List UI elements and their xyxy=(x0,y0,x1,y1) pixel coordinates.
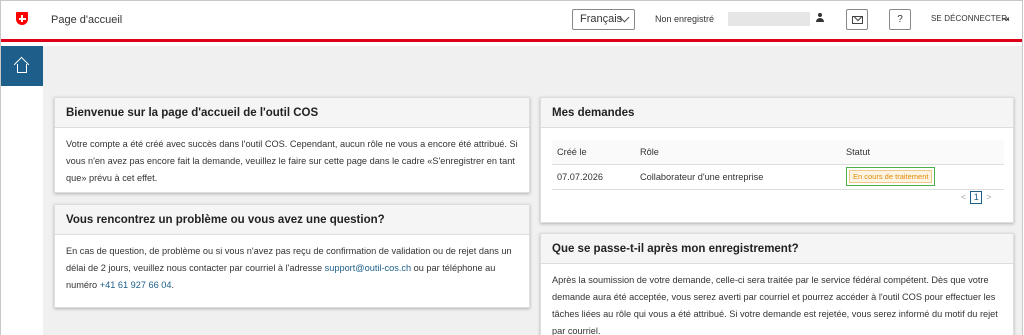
swiss-flag-icon xyxy=(16,12,28,25)
app-frame: Page d'accueil Français Non enregistré ?… xyxy=(0,0,1023,335)
username-redacted xyxy=(728,12,810,26)
column-header-created[interactable]: Créé le xyxy=(552,140,635,165)
welcome-card: Bienvenue sur la page d'accueil de l'out… xyxy=(54,97,530,193)
table-header-row: Créé le Rôle Statut xyxy=(552,140,1004,165)
user-icon xyxy=(815,13,825,24)
status-highlight: En cours de traitement xyxy=(846,167,936,186)
help-button[interactable]: ? xyxy=(889,9,911,30)
header-accent-line xyxy=(1,39,1022,42)
logout-icon[interactable]: ⇥ xyxy=(1002,14,1010,25)
requests-title: Mes demandes xyxy=(541,98,1013,128)
registration-status: Non enregistré xyxy=(655,14,715,24)
after-registration-card: Que se passe-t-il après mon enregistreme… xyxy=(540,233,1014,335)
pagination: <1 > xyxy=(961,191,992,204)
problem-text: En cas de question, de problème ou si vo… xyxy=(66,246,512,290)
envelope-icon xyxy=(852,16,863,24)
welcome-title: Bienvenue sur la page d'accueil de l'out… xyxy=(55,98,529,128)
column-header-role[interactable]: Rôle xyxy=(635,140,841,165)
home-icon xyxy=(13,56,30,74)
home-nav-button[interactable] xyxy=(1,46,43,86)
problem-title: Vous rencontrez un problème ou vous avez… xyxy=(55,205,529,235)
table-row[interactable]: 07.07.2026 Collaborateur d'une entrepris… xyxy=(552,164,1004,190)
language-select[interactable]: Français xyxy=(572,9,635,30)
status-badge: En cours de traitement xyxy=(849,170,933,183)
welcome-text: Votre compte a été créé avec succès dans… xyxy=(66,139,518,183)
requests-card: Mes demandes Créé le Rôle Statut 07.07.2… xyxy=(540,97,1014,223)
page-number[interactable]: 1 xyxy=(970,191,983,204)
column-header-status[interactable]: Statut xyxy=(841,140,1004,165)
support-phone-link[interactable]: +41 61 927 66 04 xyxy=(100,280,172,290)
support-email-link[interactable]: support@outil-cos.ch xyxy=(325,263,411,273)
cell-created: 07.07.2026 xyxy=(552,164,635,190)
messages-button[interactable] xyxy=(846,9,868,30)
language-label: Français xyxy=(580,13,623,25)
cell-status: En cours de traitement xyxy=(841,164,1004,190)
cell-role: Collaborateur d'une entreprise xyxy=(635,164,841,190)
after-text: Après la soumission de votre demande, ce… xyxy=(552,275,998,335)
top-header: Page d'accueil Français Non enregistré ?… xyxy=(1,1,1022,42)
logout-link[interactable]: SE DÉCONNECTER xyxy=(931,14,1007,23)
next-page-button[interactable]: > xyxy=(986,192,991,202)
problem-card: Vous rencontrez un problème ou vous avez… xyxy=(54,204,530,308)
page-title: Page d'accueil xyxy=(51,14,123,26)
requests-table: Créé le Rôle Statut 07.07.2026 Collabora… xyxy=(552,140,1004,190)
sub-navigation-bar xyxy=(43,46,1022,86)
after-title: Que se passe-t-il après mon enregistreme… xyxy=(541,234,1013,264)
prev-page-button[interactable]: < xyxy=(961,192,966,202)
left-sidebar xyxy=(1,86,43,335)
